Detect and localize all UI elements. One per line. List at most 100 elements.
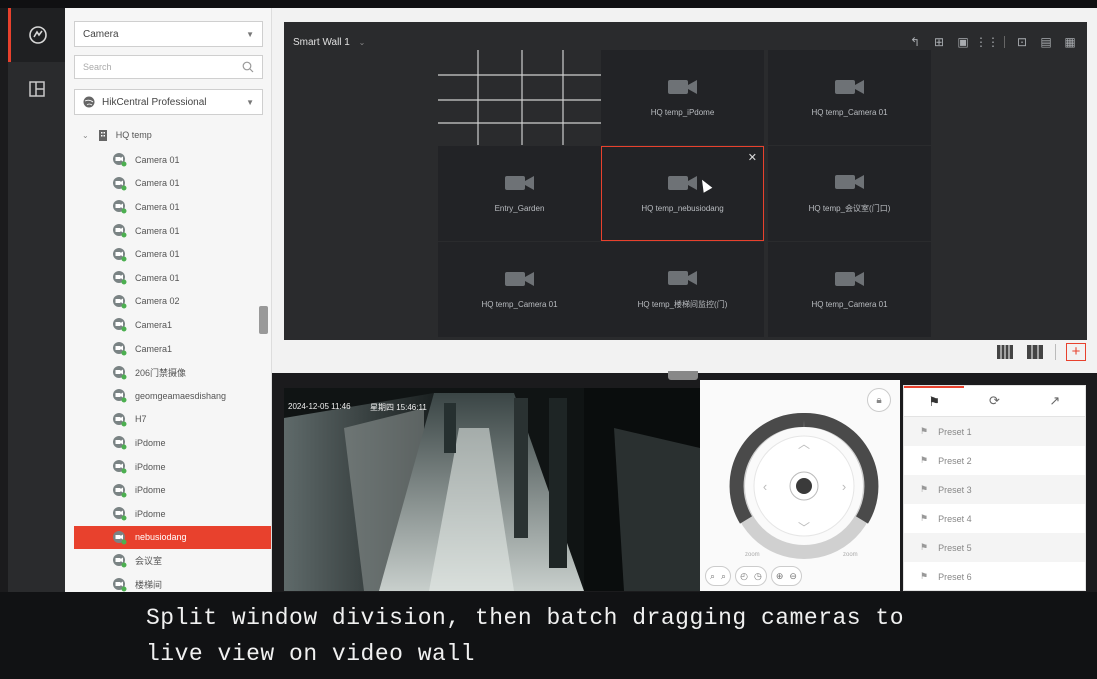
tab-patrol[interactable]: ⟳ bbox=[964, 386, 1024, 416]
tab-pattern[interactable]: ↗ bbox=[1025, 386, 1085, 416]
preset-list: ⚑ Preset 1 ⚑ Preset 2 ⚑ Preset 3 ⚑ Preset 4 ⚑ Pre… bbox=[904, 417, 1085, 591]
panel-collapse-tab[interactable] bbox=[668, 371, 698, 380]
iris-button-group: ⊕ ⊖ bbox=[770, 566, 802, 586]
wall-toolbar: ↰ ⊞ ▣ ⋮⋮ ⊡ ▤ ▦ bbox=[908, 35, 1077, 49]
close-icon[interactable]: ✕ bbox=[748, 151, 757, 164]
save-icon[interactable]: ▤ bbox=[1039, 35, 1053, 49]
tab-preset[interactable]: ⚑ bbox=[904, 386, 965, 416]
grid-view-icon[interactable] bbox=[995, 344, 1015, 360]
camera-tree-item[interactable]: Camera 01 bbox=[65, 242, 271, 266]
zoom-out-label: zoom bbox=[745, 552, 760, 558]
camera-icon bbox=[113, 271, 127, 285]
smart-wall-name: Smart Wall 1 bbox=[293, 37, 350, 48]
wall-screen[interactable]: HQ temp_Camera 01 bbox=[438, 242, 601, 337]
camera-tree-item[interactable]: Camera1 bbox=[65, 337, 271, 361]
resource-type-select[interactable]: Camera ▼ bbox=[74, 21, 263, 47]
window-division-icon[interactable]: ⊞ bbox=[932, 35, 946, 49]
zoom-in-icon[interactable]: ⌕ bbox=[721, 571, 726, 582]
camera-tree-item[interactable]: Camera 01 bbox=[65, 266, 271, 290]
chevron-down-icon: ⌄ bbox=[358, 38, 366, 47]
settings-icon[interactable]: ▦ bbox=[1063, 35, 1077, 49]
camera-icon bbox=[113, 577, 127, 592]
wall-screen-label: Entry_Garden bbox=[494, 204, 545, 213]
camera-tree-item[interactable]: Camera 01 bbox=[65, 172, 271, 196]
camera-tree-item[interactable]: nebusiodang bbox=[74, 525, 271, 550]
tree-root-node[interactable]: ⌄ HQ temp bbox=[65, 123, 271, 147]
camera-tree-item[interactable]: Camera 01 bbox=[65, 195, 271, 219]
camera-tree-item[interactable]: 206门禁摄像 bbox=[65, 360, 271, 384]
camera-tree-label: iPdome bbox=[135, 437, 166, 448]
camera-tree-item[interactable]: Camera 01 bbox=[65, 148, 271, 172]
wall-screen[interactable]: Entry_Garden bbox=[438, 146, 601, 241]
add-wall-button[interactable]: + bbox=[1066, 343, 1086, 361]
ptz-direction-pad[interactable]: ︿ ﹀ ‹ › bbox=[728, 410, 880, 562]
undo-icon[interactable]: ↰ bbox=[908, 35, 922, 49]
video-camera-icon bbox=[667, 176, 697, 190]
camera-icon bbox=[113, 365, 127, 380]
wall-screen[interactable]: HQ temp_会议室(门口) bbox=[768, 146, 931, 241]
view-icon[interactable]: ⊡ bbox=[1015, 35, 1029, 49]
camera-tree-label: Camera 01 bbox=[135, 178, 180, 189]
site-select[interactable]: HikCentral Professional ▼ bbox=[74, 89, 263, 115]
zoom-button-group: ⌕ ⌕ bbox=[705, 566, 732, 586]
wall-screen-label: HQ temp_iPdome bbox=[650, 108, 715, 117]
nav-layout[interactable] bbox=[8, 62, 65, 116]
preset-item[interactable]: ⚑ Preset 4 bbox=[904, 504, 1085, 533]
camera-tree-label: Camera 01 bbox=[135, 249, 180, 260]
collapse-icon: ⌄ bbox=[82, 130, 89, 140]
camera-tree-label: iPdome bbox=[135, 508, 166, 519]
camera-tree-item[interactable]: iPdome bbox=[65, 455, 271, 479]
list-view-icon[interactable] bbox=[1025, 344, 1045, 360]
mouse-cursor-icon bbox=[697, 177, 713, 193]
refresh-icon: ⟳ bbox=[989, 393, 1000, 408]
preset-label: Preset 6 bbox=[938, 571, 972, 582]
camera-icon bbox=[113, 342, 127, 356]
wall-screen[interactable]: HQ temp_Camera 01 bbox=[768, 50, 931, 145]
live-view[interactable]: 2024-12-05 11:46 星期四 15:46:11 bbox=[284, 388, 700, 591]
wall-screen[interactable]: HQ temp_楼梯间监控(门) bbox=[601, 242, 764, 337]
camera-tree-item[interactable]: geomgeamaesdishang bbox=[65, 384, 271, 408]
camera-icon bbox=[113, 224, 127, 238]
wall-screen[interactable]: HQ temp_iPdome bbox=[601, 50, 764, 145]
focus-far-icon[interactable]: ◷ bbox=[754, 571, 762, 582]
camera-tree-item[interactable]: iPdome bbox=[65, 478, 271, 502]
camera-tree-label: Camera1 bbox=[135, 343, 173, 354]
camera-tree-item[interactable]: Camera 01 bbox=[65, 219, 271, 243]
preset-item[interactable]: ⚑ Preset 6 bbox=[904, 562, 1085, 591]
camera-tree-item[interactable]: iPdome bbox=[65, 431, 271, 455]
split-icon[interactable]: ⋮⋮ bbox=[975, 35, 999, 49]
preset-item[interactable]: ⚑ Preset 1 bbox=[904, 417, 1085, 446]
camera-tree-label: Camera 01 bbox=[135, 154, 180, 165]
camera-tree-label: Camera 01 bbox=[135, 272, 180, 283]
camera-tree-item[interactable]: Camera1 bbox=[65, 313, 271, 337]
wall-screen[interactable]: HQ temp_nebusiodang ✕ bbox=[601, 146, 764, 241]
wall-screen-label: HQ temp_会议室(门口) bbox=[808, 204, 891, 213]
video-camera-icon bbox=[504, 272, 534, 286]
lock-icon[interactable]: 🔒︎ bbox=[867, 388, 891, 412]
focus-button-group: ◴ ◷ bbox=[735, 566, 767, 586]
camera-tree-item[interactable]: 会议室 bbox=[65, 549, 271, 573]
wall-screen[interactable]: HQ temp_Camera 01 bbox=[768, 242, 931, 337]
camera-tree-label: 会议室 bbox=[135, 556, 163, 567]
camera-icon bbox=[113, 318, 127, 332]
nav-smart-wall[interactable] bbox=[8, 8, 65, 62]
preset-item[interactable]: ⚑ Preset 5 bbox=[904, 533, 1085, 562]
subtitle-line-2: live view on video wall bbox=[146, 641, 475, 667]
search-input[interactable]: Search bbox=[74, 55, 263, 79]
focus-near-icon[interactable]: ◴ bbox=[740, 571, 748, 582]
preset-item[interactable]: ⚑ Preset 3 bbox=[904, 475, 1085, 504]
preset-item[interactable]: ⚑ Preset 2 bbox=[904, 446, 1085, 475]
iris-open-icon[interactable]: ⊕ bbox=[776, 571, 784, 582]
iris-close-icon[interactable]: ⊖ bbox=[789, 571, 797, 582]
camera-tree-item[interactable]: H7 bbox=[65, 408, 271, 432]
panel-resize-handle[interactable] bbox=[259, 306, 268, 334]
video-camera-icon bbox=[834, 272, 864, 286]
toolbar-divider bbox=[1004, 36, 1005, 48]
smart-wall-title[interactable]: Smart Wall 1 ⌄ bbox=[293, 37, 365, 48]
zoom-out-icon[interactable]: ⌕ bbox=[710, 571, 715, 582]
camera-tree-item[interactable]: iPdome bbox=[65, 502, 271, 526]
camera-tree-item[interactable]: Camera 02 bbox=[65, 290, 271, 314]
subtitle-bar: Split window division, then batch draggi… bbox=[0, 592, 1097, 679]
split-window-grid[interactable] bbox=[438, 50, 601, 145]
roaming-icon[interactable]: ▣ bbox=[956, 35, 970, 49]
